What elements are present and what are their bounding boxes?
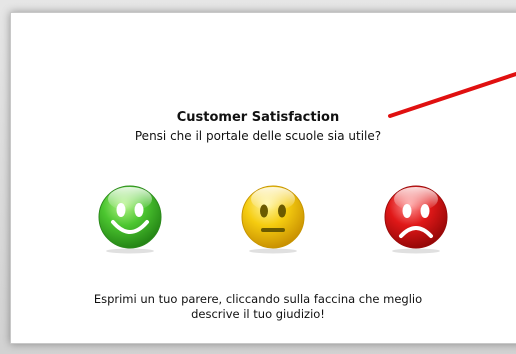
sad-face-button[interactable]	[383, 184, 449, 254]
rating-faces	[0, 184, 516, 260]
smiley-neutral-icon	[241, 185, 305, 254]
instruction-line-2: descrive il tuo giudizio!	[191, 307, 325, 321]
instruction-line-1: Esprimi un tuo parere, cliccando sulla f…	[93, 292, 423, 306]
survey-title: Customer Satisfaction	[176, 110, 340, 125]
smiley-happy-icon	[98, 185, 162, 254]
neutral-face-button[interactable]	[240, 184, 306, 254]
happy-face-button[interactable]	[97, 184, 163, 254]
survey-question: Pensi che il portale delle scuole sia ut…	[134, 129, 382, 143]
smiley-sad-icon	[384, 185, 448, 254]
instruction-text: Esprimi un tuo parere, cliccando sulla f…	[0, 292, 516, 322]
screenshot-stage: Customer Satisfaction Pensi che il porta…	[0, 0, 516, 354]
